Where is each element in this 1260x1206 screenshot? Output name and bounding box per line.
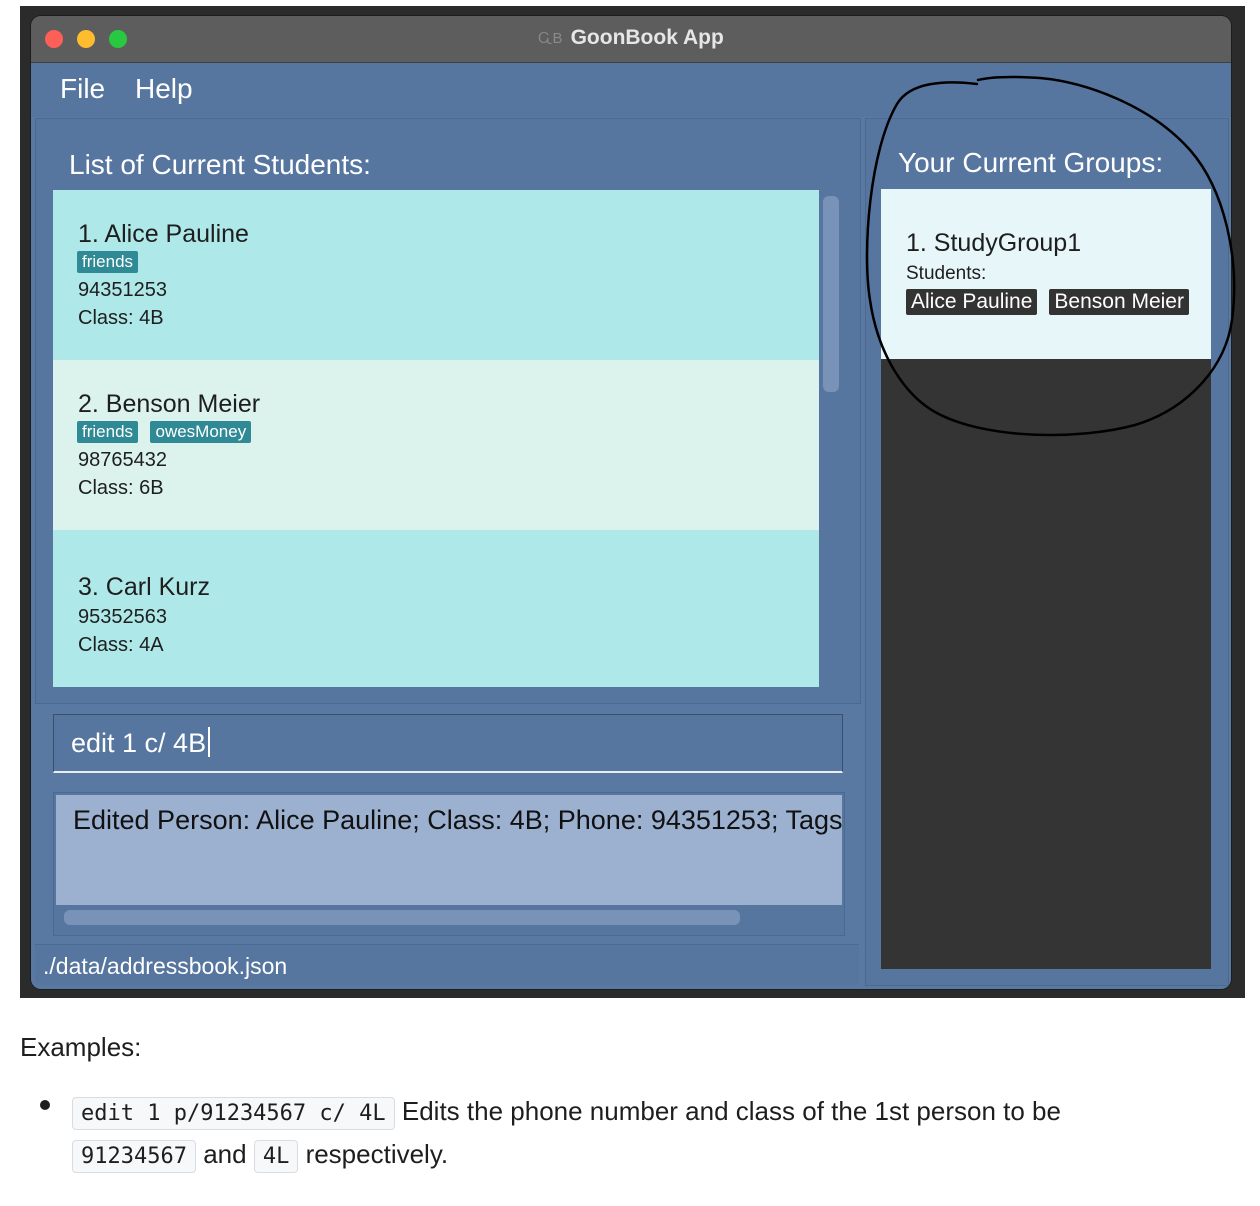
student-phone: 94351253 xyxy=(78,279,167,301)
groups-panel-title: Your Current Groups: xyxy=(898,147,1164,178)
menu-help[interactable]: Help xyxy=(135,73,193,105)
student-name: 1. Alice Pauline xyxy=(78,220,249,248)
students-panel-title: List of Current Students: xyxy=(69,149,371,180)
example-description: Edits the phone number and class of the … xyxy=(401,1096,1061,1126)
gb-logo-icon: ᏩB xyxy=(538,30,563,47)
examples-heading: Examples: xyxy=(20,1032,142,1062)
group-members: Alice Pauline Benson Meier xyxy=(906,289,1201,315)
status-bar: ./data/addressbook.json xyxy=(35,944,859,985)
result-horizontal-scrollbar[interactable] xyxy=(64,910,740,925)
bullet-icon xyxy=(40,1100,50,1110)
group-member-badge: Alice Pauline xyxy=(906,289,1038,315)
student-name: 2. Benson Meier xyxy=(78,390,261,418)
result-display-area[interactable]: Edited Person: Alice Pauline; Class: 4B;… xyxy=(56,795,842,905)
command-input[interactable]: edit 1 c/ 4B xyxy=(53,714,843,773)
tag-badge: friends xyxy=(77,251,139,273)
data-file-path: ./data/addressbook.json xyxy=(43,953,288,979)
student-tags: friends owesMoney xyxy=(77,421,259,443)
student-list-scrollbar[interactable] xyxy=(823,196,839,392)
app-window: ᏩB GoonBook App File Help List of Current… xyxy=(31,16,1231,989)
example-respectively-text: respectively. xyxy=(305,1139,449,1169)
groups-panel: Your Current Groups: 1. StudyGroup1 Stud… xyxy=(865,118,1229,986)
command-input-value: edit 1 c/ 4B xyxy=(71,728,207,758)
student-phone: 95352563 xyxy=(78,606,167,628)
student-class: Class: 4B xyxy=(78,307,164,329)
example-class-code: 4L xyxy=(253,1140,299,1173)
student-tags: friends xyxy=(77,251,146,273)
result-text: Edited Person: Alice Pauline; Class: 4B;… xyxy=(73,805,842,835)
student-list[interactable]: 1. Alice Pauline friends 94351253 Class:… xyxy=(53,190,819,687)
text-caret xyxy=(208,727,211,757)
menu-file[interactable]: File xyxy=(60,73,105,105)
group-list[interactable]: 1. StudyGroup1 Students: Alice Pauline Be… xyxy=(881,189,1211,969)
group-name: 1. StudyGroup1 xyxy=(906,229,1082,257)
example-and-text: and xyxy=(203,1139,247,1169)
group-member-badge: Benson Meier xyxy=(1049,289,1189,315)
window-title: ᏩB GoonBook App xyxy=(538,26,724,49)
example-command-code: edit 1 p/91234567 c/ 4L xyxy=(72,1097,395,1130)
example-line: edit 1 p/91234567 c/ 4L Edits the phone … xyxy=(72,1096,1061,1130)
example-phone-code: 91234567 xyxy=(72,1140,196,1173)
group-card[interactable]: 1. StudyGroup1 Students: Alice Pauline Be… xyxy=(881,189,1211,359)
menu-bar: File Help xyxy=(31,63,1231,117)
student-name: 3. Carl Kurz xyxy=(78,573,210,601)
student-card[interactable]: 1. Alice Pauline friends 94351253 Class:… xyxy=(53,190,819,360)
student-class: Class: 6B xyxy=(78,477,164,499)
student-class: Class: 4A xyxy=(78,634,164,656)
student-card[interactable]: 3. Carl Kurz 95352563 Class: 4A xyxy=(53,530,819,687)
tag-badge: owesMoney xyxy=(150,421,252,443)
student-phone: 98765432 xyxy=(78,449,167,471)
student-card[interactable]: 2. Benson Meier friends owesMoney 987654… xyxy=(53,360,819,530)
group-students-label: Students: xyxy=(906,263,987,284)
example-line-continued: 91234567 and 4L respectively. xyxy=(72,1139,448,1173)
tag-badge: friends xyxy=(77,421,139,443)
result-display: Edited Person: Alice Pauline; Class: 4B;… xyxy=(53,792,845,936)
title-bar: ᏩB GoonBook App xyxy=(31,16,1231,63)
